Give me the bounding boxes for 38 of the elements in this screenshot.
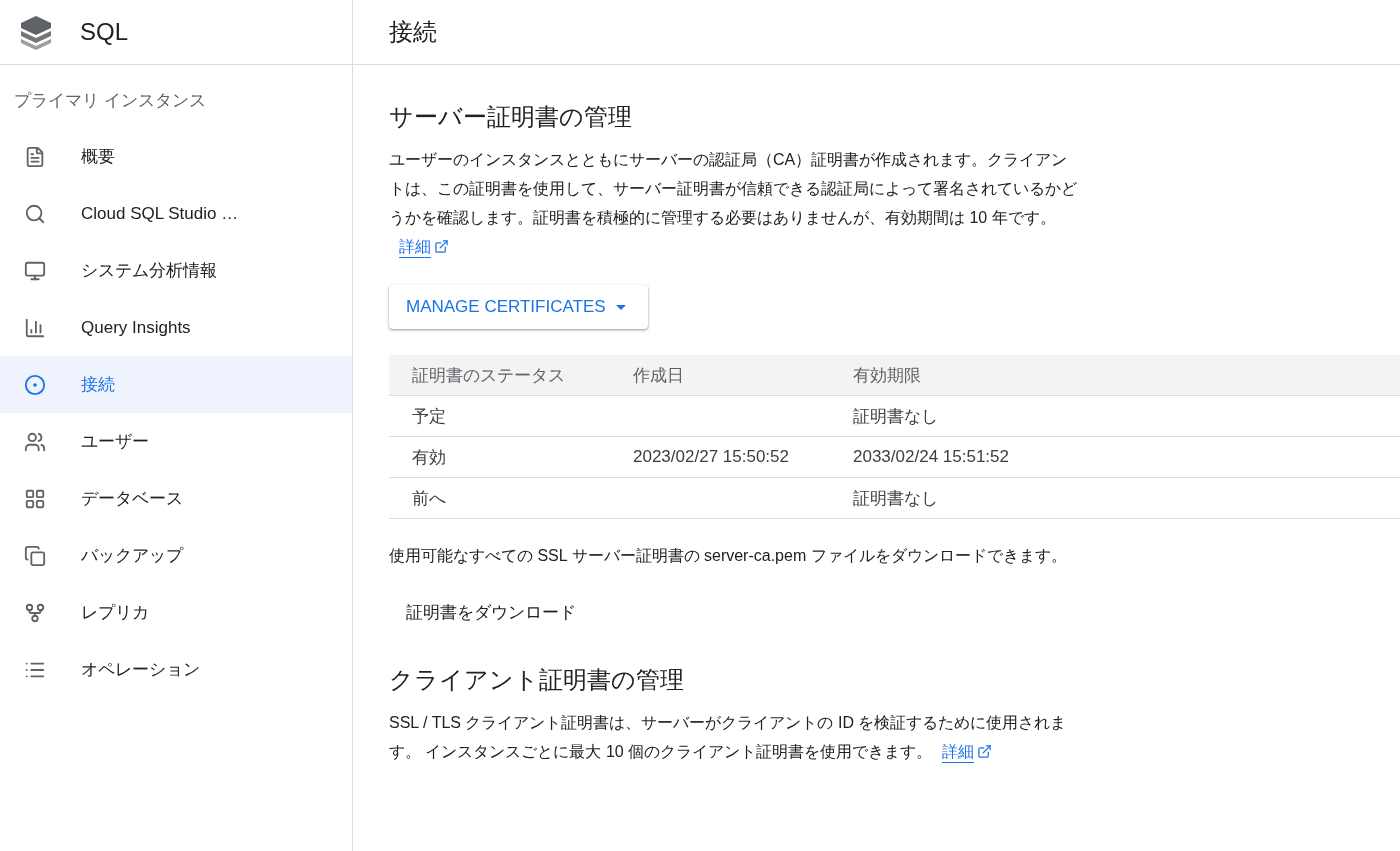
databases-icon — [24, 487, 46, 510]
table-cell: 有効 — [389, 437, 610, 478]
manage-certificates-button[interactable]: MANAGE CERTIFICATES — [389, 285, 648, 329]
table-cell: 2033/02/24 15:51:52 — [830, 437, 1400, 478]
nav-item[interactable]: レプリカ — [0, 584, 352, 641]
description-text: ユーザーのインスタンスとともにサーバーの認証局（CA）証明書が作成されます。クライアントは、この証明書を使用して、サーバー証明書が信頼できる認証局によって署名されているかどうかを確認します。証明書を積極的に管理する必要はありませんが、有効期間は 10 年です。 詳細 — [389, 150, 1078, 257]
learn-more-link[interactable]: 詳細 — [399, 238, 449, 255]
download-note: 使用可能なすべての SSL サーバー証明書の server-ca.pem ファイルをダウンロードできます。 — [389, 546, 1068, 566]
external-link-icon — [977, 744, 993, 759]
download-button[interactable]: 証明書をダウンロード — [389, 590, 593, 634]
section-heading: サーバー証明書の管理 — [389, 102, 633, 132]
product-name: SQL — [80, 18, 129, 46]
external-link-icon — [434, 239, 449, 254]
table-cell: 証明書なし — [830, 478, 1400, 519]
table-cell: 証明書なし — [830, 396, 1400, 437]
description-text: SSL / TLS クライアント証明書は、サーバーがクライアントの ID を検証するために使用されます。 インスタンスごとに最大 10 個のクライアント証明書を使用できます。 詳細 — [389, 713, 1068, 762]
nav-item[interactable]: オペレーション — [0, 641, 352, 698]
page-title: 接続 — [389, 17, 437, 47]
column-header: 作成日 — [610, 355, 830, 396]
users-icon — [24, 430, 46, 453]
nav-item[interactable]: バックアップ — [0, 527, 352, 584]
section-heading: クライアント証明書の管理 — [389, 665, 685, 695]
column-header: 証明書のステータス — [389, 355, 610, 396]
nav-item[interactable]: 接続 — [0, 356, 352, 413]
stacked-layers-logo — [18, 14, 54, 50]
nav-item[interactable]: システム分析情報 — [0, 242, 352, 299]
nav-item[interactable]: Query Insights — [0, 299, 352, 356]
table-cell: 2023/02/27 15:50:52 — [610, 437, 830, 478]
table-cell: 予定 — [389, 396, 610, 437]
column-header: 有効期限 — [830, 355, 1400, 396]
table-cell: 前へ — [389, 478, 610, 519]
learn-more-link[interactable]: 詳細 — [942, 743, 993, 760]
nav-item[interactable]: ユーザー — [0, 413, 352, 470]
nav-item[interactable]: データベース — [0, 470, 352, 527]
section-label: プライマリ インスタンス — [13, 90, 207, 112]
nav-item[interactable]: 概要 — [0, 128, 352, 185]
nav-item[interactable]: Cloud SQL Studio … — [0, 185, 352, 242]
caret-icon — [615, 304, 626, 310]
